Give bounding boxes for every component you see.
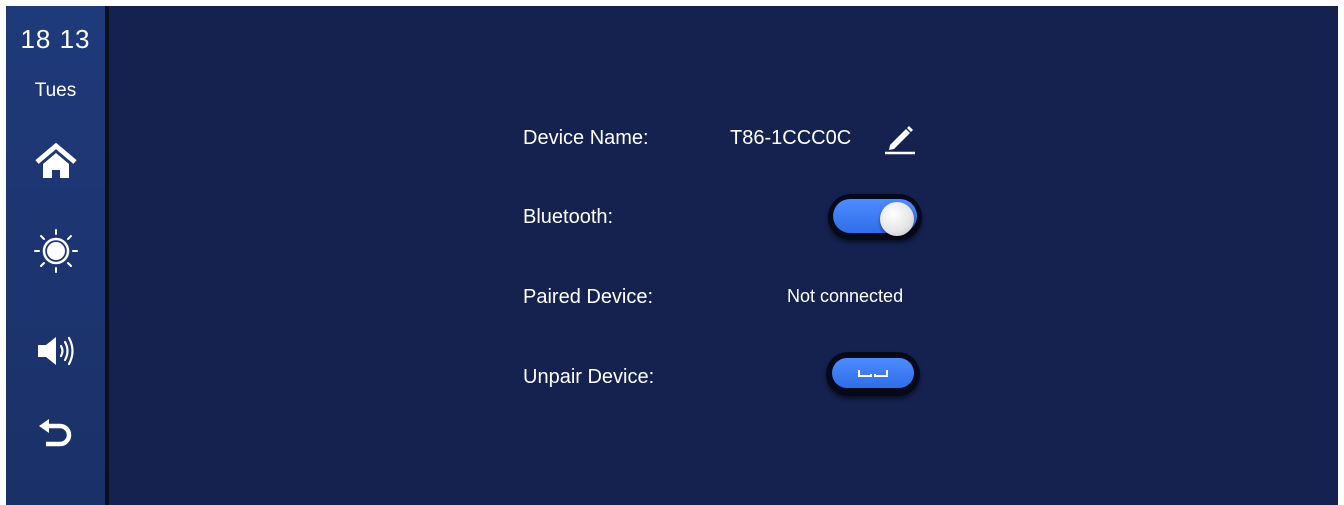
edit-device-name-button[interactable] [884,121,916,155]
sidebar-divider [105,6,109,505]
clock-day: Tues [34,80,77,101]
bluetooth-toggle-track [833,199,917,236]
volume-button[interactable] [6,326,105,376]
clock-time: 18 13 [20,24,91,54]
unpair-device-button-face [832,358,914,388]
unpair-device-label: Unpair Device: [523,366,655,388]
pencil-icon [885,126,915,155]
back-button[interactable] [6,412,105,462]
bluetooth-toggle-knob [880,202,914,236]
unpair-device-button[interactable] [826,352,920,396]
settings-screen [6,6,1338,505]
back-icon [38,419,71,447]
device-name-value: T86-1CCC0C [730,127,852,149]
unpair-icon [858,370,888,377]
home-icon [34,142,77,178]
bluetooth-label: Bluetooth: [523,206,614,228]
paired-device-label: Paired Device: [523,286,654,308]
paired-device-value: Not connected [787,286,904,306]
brightness-button[interactable] [6,226,105,276]
home-button[interactable] [6,136,105,186]
bluetooth-toggle[interactable] [828,194,922,240]
device-name-label: Device Name: [523,127,649,149]
brightness-icon [33,229,78,273]
volume-icon [37,336,74,366]
